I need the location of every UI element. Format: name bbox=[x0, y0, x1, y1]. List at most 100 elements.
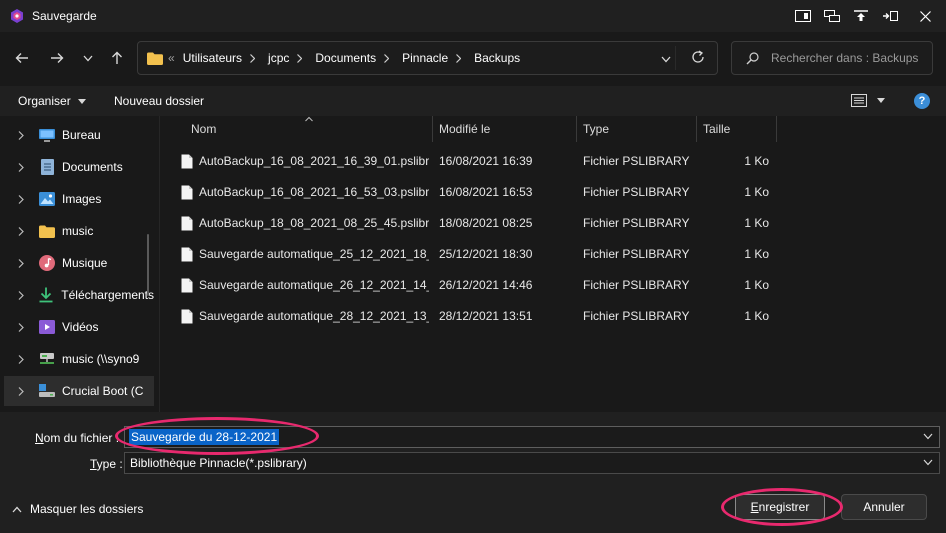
column-header-type[interactable]: Type bbox=[583, 116, 609, 142]
close-icon[interactable] bbox=[904, 0, 946, 32]
address-bar[interactable]: « Utilisateurs jcpc Documents Pinnacle B… bbox=[137, 41, 718, 75]
sidebar-item-music-folder[interactable]: music bbox=[4, 216, 154, 246]
pinnacle-app-icon bbox=[11, 9, 23, 23]
file-name: AutoBackup_18_08_2021_08_25_45.pslibrary bbox=[199, 216, 429, 230]
snap-icon[interactable] bbox=[788, 0, 817, 32]
file-name: Sauvegarde automatique_28_12_2021_13_ bbox=[199, 309, 429, 323]
sidebar-item-musique[interactable]: Musique bbox=[4, 248, 154, 278]
organise-label: Organiser bbox=[18, 94, 71, 108]
breadcrumb-separator-icon[interactable] bbox=[384, 53, 394, 63]
expand-chevron-icon[interactable] bbox=[18, 354, 30, 364]
caret-down-icon bbox=[877, 98, 885, 103]
navigation-pane[interactable]: Bureau Documents Images music Musique Té… bbox=[0, 116, 160, 412]
column-divider[interactable] bbox=[776, 116, 777, 142]
column-divider[interactable] bbox=[576, 116, 577, 142]
organise-button[interactable]: Organiser bbox=[18, 94, 86, 108]
hide-folders-toggle[interactable]: Masquer les dossiers bbox=[12, 502, 143, 516]
title-actions bbox=[788, 0, 946, 32]
view-options-button[interactable] bbox=[851, 94, 885, 107]
filename-input[interactable]: Sauvegarde du 28-12-2021 bbox=[124, 426, 940, 448]
column-divider[interactable] bbox=[432, 116, 433, 142]
expand-chevron-icon[interactable] bbox=[18, 162, 30, 172]
breadcrumb-overflow[interactable]: « bbox=[168, 51, 175, 65]
file-modified: 16/08/2021 16:53 bbox=[439, 185, 533, 199]
file-row[interactable]: AutoBackup_16_08_2021_16_39_01.pslibrary… bbox=[173, 147, 778, 175]
images-icon bbox=[39, 191, 55, 207]
breadcrumb-jcpc[interactable]: jcpc bbox=[268, 51, 289, 65]
sidebar-item-label: Crucial Boot (C bbox=[62, 384, 144, 398]
folder-icon bbox=[147, 52, 163, 65]
column-header-name[interactable]: Nom bbox=[191, 116, 216, 142]
sidebar-scrollbar[interactable] bbox=[147, 234, 149, 296]
expand-chevron-icon[interactable] bbox=[18, 130, 30, 140]
recent-locations-chevron-icon[interactable] bbox=[76, 46, 100, 70]
navigation-bar: « Utilisateurs jcpc Documents Pinnacle B… bbox=[0, 32, 946, 84]
network-drive-icon bbox=[39, 351, 55, 367]
caret-down-icon bbox=[77, 98, 86, 104]
sidebar-item-videos[interactable]: Vidéos bbox=[4, 312, 154, 342]
filename-value[interactable]: Sauvegarde du 28-12-2021 bbox=[129, 429, 280, 445]
back-arrow-icon[interactable] bbox=[10, 46, 34, 70]
forward-arrow-icon[interactable] bbox=[45, 46, 69, 70]
sidebar-item-label: music bbox=[62, 224, 94, 238]
window-switch-icon[interactable] bbox=[817, 0, 846, 32]
breadcrumb-documents[interactable]: Documents bbox=[315, 51, 376, 65]
sidebar-item-images[interactable]: Images bbox=[4, 184, 154, 214]
expand-chevron-icon[interactable] bbox=[18, 322, 30, 332]
help-icon[interactable]: ? bbox=[914, 93, 930, 109]
pin-top-icon[interactable] bbox=[846, 0, 875, 32]
hide-folders-label: Masquer les dossiers bbox=[30, 502, 144, 516]
sidebar-item-label: music (\\syno9 bbox=[62, 352, 140, 366]
search-box[interactable]: Rechercher dans : Backups bbox=[731, 41, 933, 75]
drive-icon bbox=[39, 383, 55, 399]
breadcrumb-pinnacle[interactable]: Pinnacle bbox=[402, 51, 448, 65]
restore-window-icon[interactable] bbox=[875, 0, 904, 32]
file-row[interactable]: Sauvegarde automatique_25_12_2021_18_ 25… bbox=[173, 240, 778, 268]
file-modified: 25/12/2021 18:30 bbox=[439, 247, 533, 261]
up-arrow-icon[interactable] bbox=[105, 46, 129, 70]
breadcrumb-separator-icon[interactable] bbox=[456, 53, 466, 63]
desktop-icon bbox=[39, 127, 55, 143]
command-toolbar: Organiser Nouveau dossier ? bbox=[0, 86, 946, 116]
sidebar-item-telechargements[interactable]: Téléchargements bbox=[4, 280, 154, 310]
expand-chevron-icon[interactable] bbox=[18, 386, 30, 396]
breadcrumb-separator-icon[interactable] bbox=[250, 53, 260, 63]
breadcrumb-utilisateurs[interactable]: Utilisateurs bbox=[183, 51, 242, 65]
file-icon bbox=[181, 154, 193, 168]
expand-chevron-icon[interactable] bbox=[18, 226, 30, 236]
column-divider[interactable] bbox=[696, 116, 697, 142]
sidebar-item-label: Vidéos bbox=[62, 320, 99, 334]
file-type: Fichier PSLIBRARY bbox=[583, 154, 690, 168]
file-icon bbox=[181, 216, 193, 230]
file-type-select[interactable]: Bibliothèque Pinnacle(*.pslibrary) bbox=[124, 452, 940, 474]
chevron-down-icon[interactable] bbox=[923, 433, 933, 440]
save-panel: Nom du fichier : Sauvegarde du 28-12-202… bbox=[0, 412, 946, 533]
file-row[interactable]: Sauvegarde automatique_26_12_2021_14_ 26… bbox=[173, 271, 778, 299]
file-list[interactable]: Nom Modifié le Type Taille AutoBackup_16… bbox=[161, 116, 946, 412]
file-row[interactable]: AutoBackup_16_08_2021_16_53_03.pslibrary… bbox=[173, 178, 778, 206]
expand-chevron-icon[interactable] bbox=[18, 290, 30, 300]
file-modified: 18/08/2021 08:25 bbox=[439, 216, 533, 230]
new-folder-button[interactable]: Nouveau dossier bbox=[114, 94, 204, 108]
file-row[interactable]: AutoBackup_18_08_2021_08_25_45.pslibrary… bbox=[173, 209, 778, 237]
chevron-down-icon[interactable] bbox=[923, 459, 933, 466]
sidebar-item-documents[interactable]: Documents bbox=[4, 152, 154, 182]
address-history-chevron-icon[interactable] bbox=[661, 52, 671, 66]
save-button[interactable]: Enregistrer bbox=[735, 494, 825, 520]
documents-icon bbox=[39, 159, 55, 175]
expand-chevron-icon[interactable] bbox=[18, 194, 30, 204]
column-header-size[interactable]: Taille bbox=[703, 116, 730, 142]
sidebar-item-bureau[interactable]: Bureau bbox=[4, 120, 154, 150]
file-size: 1 Ko bbox=[744, 154, 769, 168]
column-header-modified[interactable]: Modifié le bbox=[439, 116, 490, 142]
cancel-button[interactable]: Annuler bbox=[841, 494, 927, 520]
sidebar-item-crucial-boot[interactable]: Crucial Boot (C bbox=[4, 376, 154, 406]
refresh-icon[interactable] bbox=[691, 50, 705, 67]
file-row[interactable]: Sauvegarde automatique_28_12_2021_13_ 28… bbox=[173, 302, 778, 330]
breadcrumb-separator-icon[interactable] bbox=[297, 53, 307, 63]
file-modified: 28/12/2021 13:51 bbox=[439, 309, 533, 323]
sidebar-item-network-music[interactable]: music (\\syno9 bbox=[4, 344, 154, 374]
file-type-value: Bibliothèque Pinnacle(*.pslibrary) bbox=[130, 456, 307, 470]
expand-chevron-icon[interactable] bbox=[18, 258, 30, 268]
breadcrumb-backups[interactable]: Backups bbox=[474, 51, 520, 65]
